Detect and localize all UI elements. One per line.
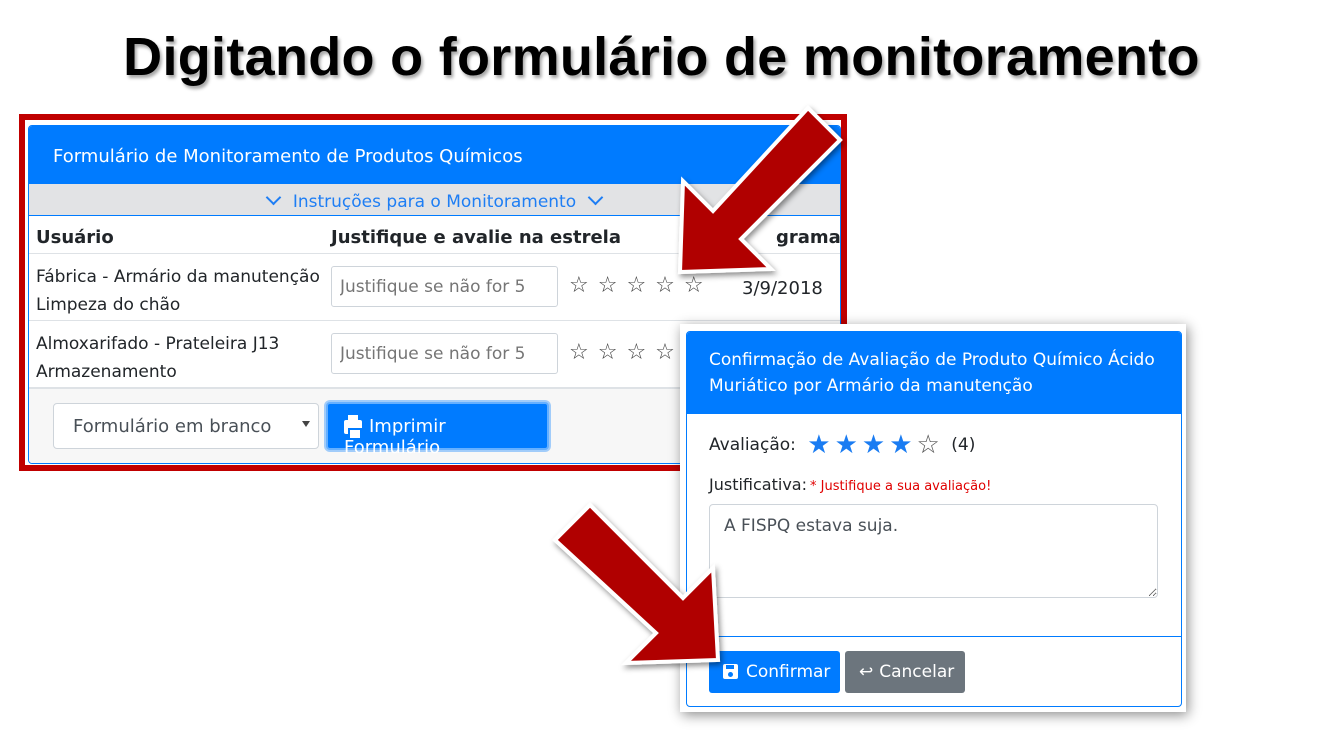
location-text: Fábrica - Armário da manutenção: [36, 267, 320, 287]
scheduled-date: 3/9/2018: [742, 278, 823, 299]
printer-icon: [344, 415, 362, 440]
chevron-down-icon: [587, 189, 604, 206]
star-rating[interactable]: ☆☆☆☆☆: [569, 274, 713, 298]
star-icon[interactable]: ☆: [917, 430, 944, 460]
required-note: * Justifique a sua avaliação!: [809, 479, 992, 494]
justify-input[interactable]: [331, 266, 558, 307]
rating-row: Avaliação: ★★★★☆ (4): [709, 432, 976, 458]
confirm-button[interactable]: Confirmar: [709, 651, 840, 693]
user-cell: Almoxarifado - Prateleira J13 Armazename…: [36, 330, 279, 386]
star-icon[interactable]: ☆☆☆☆: [569, 340, 684, 365]
chevron-down-icon: [265, 189, 282, 206]
location-text: Almoxarifado - Prateleira J13: [36, 334, 280, 354]
activity-text: Armazenamento: [36, 362, 177, 382]
justification-textarea[interactable]: A FISPQ estava suja.: [709, 504, 1158, 598]
star-icon[interactable]: ★: [862, 430, 889, 460]
confirm-label: Confirmar: [746, 662, 831, 682]
instructions-toggle[interactable]: Instruções para o Monitoramento: [29, 184, 840, 216]
table-row: Fábrica - Armário da manutenção Limpeza …: [29, 254, 840, 321]
return-arrow-icon: ↩: [859, 662, 874, 682]
star-rating[interactable]: ☆☆☆☆: [569, 341, 684, 365]
activity-text: Limpeza do chão: [36, 295, 181, 315]
rating-label: Avaliação:: [709, 435, 796, 455]
star-icon[interactable]: ★: [807, 430, 834, 460]
form-type-value: Formulário em branco: [73, 416, 272, 437]
justification-label: Justificativa:: [709, 475, 807, 494]
modal-footer: Confirmar ↩ Cancelar: [687, 636, 1181, 706]
column-header-justify: Justifique e avalie na estrela: [331, 227, 621, 248]
star-rating[interactable]: ★★★★☆: [807, 432, 944, 458]
column-header-scheduled: gramado: [776, 227, 841, 248]
slide-title: Digitando o formulário de monitoramento: [123, 27, 1200, 87]
user-cell: Fábrica - Armário da manutenção Limpeza …: [36, 263, 320, 319]
justify-label-row: Justificativa: * Justifique a sua avaliaç…: [709, 475, 991, 494]
form-header: Formulário de Monitoramento de Produtos …: [29, 126, 840, 184]
save-icon: [723, 664, 738, 679]
star-icon[interactable]: ★: [835, 430, 862, 460]
form-type-select[interactable]: Formulário em branco: [53, 403, 319, 449]
rating-count: (4): [951, 435, 976, 455]
star-icon[interactable]: ★: [889, 430, 916, 460]
modal-title: Confirmação de Avaliação de Produto Quím…: [687, 332, 1181, 414]
star-icon[interactable]: ☆☆☆☆☆: [569, 273, 713, 298]
cancel-button[interactable]: ↩ Cancelar: [845, 651, 965, 693]
cancel-label: Cancelar: [879, 662, 955, 682]
justify-input[interactable]: [331, 333, 558, 374]
rating-confirmation-modal: Confirmação de Avaliação de Produto Quím…: [686, 331, 1182, 707]
print-form-button[interactable]: Imprimir Formulário: [326, 402, 549, 458]
instructions-label: Instruções para o Monitoramento: [292, 192, 577, 212]
caret-down-icon: [302, 421, 310, 427]
column-header-user: Usuário: [36, 227, 114, 248]
table-header: Usuário Justifique e avalie na estrela g…: [29, 216, 840, 254]
